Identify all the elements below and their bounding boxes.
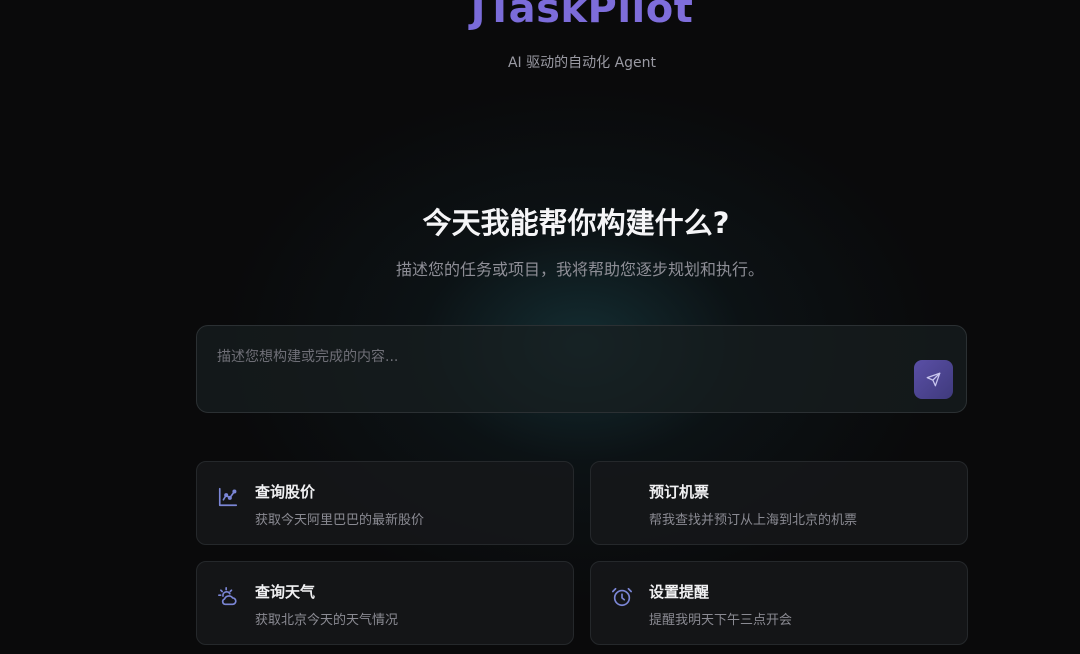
suggestion-title: 查询天气 bbox=[255, 583, 316, 601]
prompt-box bbox=[196, 325, 967, 413]
weather-icon bbox=[218, 587, 237, 606]
suggestion-title: 设置提醒 bbox=[649, 583, 710, 601]
suggestion-description: 帮我查找并预订从上海到北京的机票 bbox=[649, 513, 858, 528]
suggestion-card-stock[interactable]: 查询股价 获取今天阿里巴巴的最新股价 bbox=[196, 461, 574, 545]
prompt-input[interactable] bbox=[197, 326, 887, 412]
suggestion-title: 查询股价 bbox=[255, 483, 316, 501]
app-window: JTaskPilot AI 驱动的自动化 Agent 今天我能帮你构建什么? 描… bbox=[0, 0, 1080, 654]
brand-title: JTaskPilot bbox=[0, 0, 1080, 32]
suggestion-card-weather[interactable]: 查询天气 获取北京今天的天气情况 bbox=[196, 561, 574, 645]
hero-headline: 今天我能帮你构建什么? bbox=[422, 206, 730, 240]
alarm-icon bbox=[612, 587, 632, 607]
suggestion-description: 获取今天阿里巴巴的最新股价 bbox=[255, 513, 425, 528]
brand-tagline: AI 驱动的自动化 Agent bbox=[507, 55, 657, 71]
hero-subline: 描述您的任务或项目，我将帮助您逐步规划和执行。 bbox=[395, 260, 764, 279]
send-icon bbox=[926, 372, 941, 387]
suggestion-description: 提醒我明天下午三点开会 bbox=[649, 613, 793, 628]
chart-icon bbox=[218, 487, 238, 507]
suggestion-description: 获取北京今天的天气情况 bbox=[255, 613, 399, 628]
suggestion-card-reminder[interactable]: 设置提醒 提醒我明天下午三点开会 bbox=[590, 561, 968, 645]
suggestion-card-flight[interactable]: 预订机票 帮我查找并预订从上海到北京的机票 bbox=[590, 461, 968, 545]
send-button[interactable] bbox=[914, 360, 953, 399]
suggestion-title: 预订机票 bbox=[649, 483, 710, 501]
